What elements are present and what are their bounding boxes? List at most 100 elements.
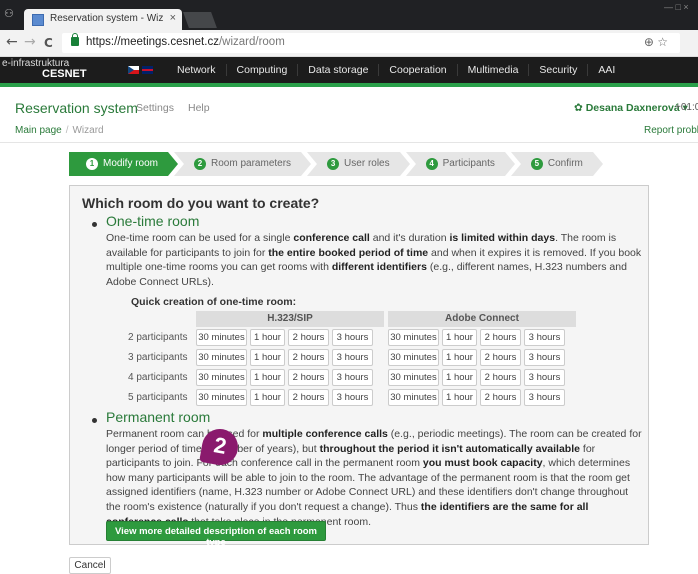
step-label: Confirm xyxy=(547,158,583,169)
bullet xyxy=(92,418,97,423)
h323-duration-button[interactable]: 30 minutes xyxy=(196,329,247,346)
quick-creation-title: Quick creation of one-time room: xyxy=(131,296,297,308)
app-navbar: Reservation system Settings Help ✿ Desan… xyxy=(0,91,698,121)
favicon-icon xyxy=(32,14,44,26)
one-time-room-description: One-time room can be used for a single c… xyxy=(106,232,642,288)
breadcrumb-main-page[interactable]: Main page xyxy=(15,125,62,136)
settings-link[interactable]: Settings xyxy=(136,102,174,114)
step-label: User roles xyxy=(344,158,390,169)
quick-row: 3 participants 30 minutes 1 hour 2 hours 3 h… xyxy=(70,349,650,369)
h323-duration-button[interactable]: 3 hours xyxy=(332,349,373,366)
site-nav-cooperation[interactable]: Cooperation xyxy=(378,64,456,76)
site-nav-security[interactable]: Security xyxy=(528,64,587,76)
help-link[interactable]: Help xyxy=(188,102,210,114)
step-number: 4 xyxy=(425,158,438,170)
browser-tab[interactable]: Reservation system - Wiz × xyxy=(24,9,182,30)
app-brand[interactable]: Reservation system xyxy=(15,100,138,116)
adobe-duration-button[interactable]: 30 minutes xyxy=(388,389,439,406)
h323-duration-button[interactable]: 2 hours xyxy=(288,389,329,406)
adobe-duration-button[interactable]: 1 hour xyxy=(442,329,477,346)
site-nav-computing[interactable]: Computing xyxy=(225,64,298,76)
adobe-connect-header: Adobe Connect xyxy=(388,311,576,327)
h323-duration-button[interactable]: 30 minutes xyxy=(196,389,247,406)
english-flag-icon[interactable] xyxy=(142,66,153,74)
quick-row: 2 participants 30 minutes 1 hour 2 hours 3 h… xyxy=(70,329,650,349)
step-room-parameters[interactable]: 2 Room parameters xyxy=(174,152,312,176)
adobe-duration-button[interactable]: 1 hour xyxy=(442,349,477,366)
quick-row: 4 participants 30 minutes 1 hour 2 hours 3 h… xyxy=(70,369,650,389)
view-room-types-button[interactable]: View more detailed description of each r… xyxy=(106,521,326,548)
breadcrumb-wizard: Wizard xyxy=(72,125,104,136)
adobe-duration-button[interactable]: 30 minutes xyxy=(388,349,439,366)
h323-duration-button[interactable]: 1 hour xyxy=(250,369,285,386)
one-time-room-title: One-time room xyxy=(106,213,200,229)
step-number: 3 xyxy=(327,158,340,170)
tab-title: Reservation system - Wiz xyxy=(50,13,164,24)
site-nav: Network Computing Data storage Cooperati… xyxy=(167,64,625,76)
url-path: /wizard/room xyxy=(218,36,285,48)
step-modify-room[interactable]: 1 Modify room xyxy=(69,152,179,176)
site-nav-multimedia[interactable]: Multimedia xyxy=(456,64,529,76)
h323-sip-header: H.323/SIP xyxy=(196,311,384,327)
quick-row: 5 participants 30 minutes 1 hour 2 hours 3 h… xyxy=(70,389,650,409)
incognito-icon: ⚇ xyxy=(4,7,14,20)
cancel-button[interactable]: Cancel xyxy=(69,557,111,574)
step-participants[interactable]: 4 Participants xyxy=(405,152,516,176)
h323-duration-button[interactable]: 1 hour xyxy=(250,389,285,406)
wizard-steps: 1 Modify room 2 Room parameters 3 User role… xyxy=(69,152,603,176)
adobe-duration-button[interactable]: 1 hour xyxy=(442,389,477,406)
site-header: e-infrastruktura CESNET Network Computin… xyxy=(0,57,698,87)
site-nav-data-storage[interactable]: Data storage xyxy=(297,64,378,76)
adobe-duration-button[interactable]: 3 hours xyxy=(524,369,565,386)
step-label: Participants xyxy=(442,158,495,169)
bookmark-star-icon[interactable]: ⊕ ☆ xyxy=(644,35,668,49)
h323-duration-button[interactable]: 30 minutes xyxy=(196,349,247,366)
adobe-duration-button[interactable]: 3 hours xyxy=(524,349,565,366)
adobe-duration-button[interactable]: 30 minutes xyxy=(388,329,439,346)
site-nav-aai[interactable]: AAI xyxy=(587,64,625,76)
url-input[interactable]: https://meetings.cesnet.cz/wizard/room ⊕… xyxy=(62,33,680,53)
h323-duration-button[interactable]: 2 hours xyxy=(288,369,329,386)
forward-icon[interactable]: → xyxy=(24,34,36,50)
breadcrumb-separator: / xyxy=(65,125,69,136)
participants-label: 4 participants xyxy=(128,372,188,383)
h323-duration-button[interactable]: 2 hours xyxy=(288,349,329,366)
adobe-duration-button[interactable]: 2 hours xyxy=(480,369,521,386)
h323-duration-button[interactable]: 1 hour xyxy=(250,349,285,366)
cesnet-logo[interactable]: e-infrastruktura CESNET xyxy=(2,59,87,80)
divider xyxy=(0,142,698,143)
h323-duration-button[interactable]: 3 hours xyxy=(332,369,373,386)
participants-label: 5 participants xyxy=(128,392,188,403)
step-confirm[interactable]: 5 Confirm xyxy=(510,152,603,176)
adobe-duration-button[interactable]: 2 hours xyxy=(480,329,521,346)
site-nav-network[interactable]: Network xyxy=(167,64,226,76)
tab-close-icon[interactable]: × xyxy=(170,12,176,24)
adobe-duration-button[interactable]: 30 minutes xyxy=(388,369,439,386)
adobe-duration-button[interactable]: 2 hours xyxy=(480,389,521,406)
h323-duration-button[interactable]: 1 hour xyxy=(250,329,285,346)
adobe-duration-button[interactable]: 1 hour xyxy=(442,369,477,386)
user-menu[interactable]: ✿ Desana Daxnerová ▾ xyxy=(574,102,688,114)
back-icon[interactable]: ← xyxy=(6,34,18,50)
browser-tab-bar: ⚇ Reservation system - Wiz × — □ × xyxy=(0,0,698,30)
report-problem-link[interactable]: Report problem xyxy=(644,125,698,136)
window-controls[interactable]: — □ × xyxy=(664,2,694,12)
h323-duration-button[interactable]: 2 hours xyxy=(288,329,329,346)
breadcrumb: Main page / Wizard xyxy=(15,125,104,136)
adobe-duration-button[interactable]: 2 hours xyxy=(480,349,521,366)
step-user-roles[interactable]: 3 User roles xyxy=(307,152,410,176)
czech-flag-icon[interactable] xyxy=(128,66,139,74)
adobe-duration-button[interactable]: 3 hours xyxy=(524,329,565,346)
participants-label: 2 participants xyxy=(128,332,188,343)
step-label: Room parameters xyxy=(211,158,292,169)
bullet xyxy=(92,222,97,227)
new-tab-button[interactable] xyxy=(183,12,217,28)
timezone[interactable]: +01:0 xyxy=(675,102,698,113)
adobe-duration-button[interactable]: 3 hours xyxy=(524,389,565,406)
h323-duration-button[interactable]: 30 minutes xyxy=(196,369,247,386)
reload-icon[interactable]: C xyxy=(44,36,53,50)
permanent-room-title: Permanent room xyxy=(106,409,211,425)
h323-duration-button[interactable]: 3 hours xyxy=(332,389,373,406)
h323-duration-button[interactable]: 3 hours xyxy=(332,329,373,346)
page-title: Which room do you want to create? xyxy=(82,195,320,211)
